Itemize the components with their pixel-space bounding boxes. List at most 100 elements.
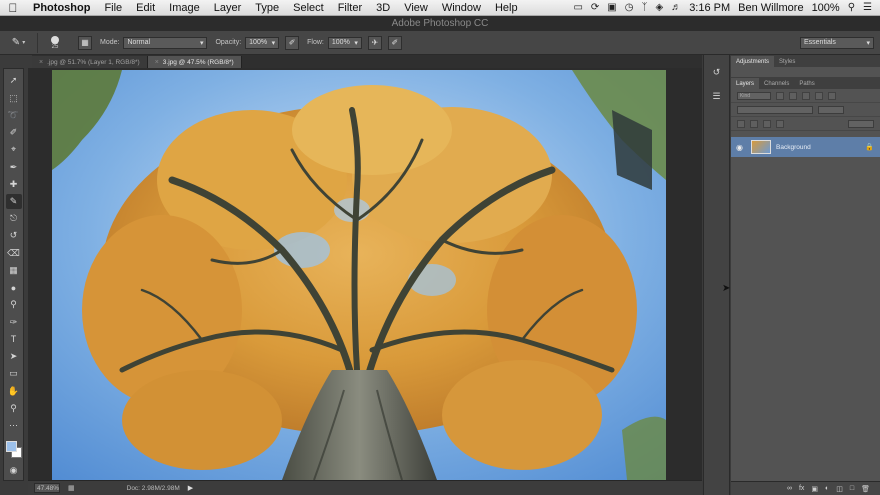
lock-all-icon[interactable] [776, 119, 784, 128]
close-icon[interactable]: × [39, 59, 43, 66]
quick-select-tool-icon[interactable]: ✐ [6, 125, 22, 141]
spotlight-icon[interactable]: ⚲ [848, 2, 855, 13]
pressure-opacity-icon[interactable]: ✐ [285, 35, 300, 50]
more-tools-icon[interactable]: ⋯ [6, 418, 22, 434]
blur-tool-icon[interactable]: ● [6, 280, 22, 296]
time-machine-icon[interactable]: ◷ [625, 2, 634, 13]
sync-icon[interactable]: ⟳ [591, 2, 599, 13]
menu-view[interactable]: View [397, 2, 435, 14]
wifi-icon[interactable]: ◈ [655, 2, 663, 13]
filter-pixel-icon[interactable] [776, 91, 784, 100]
lock-pixels-icon[interactable] [750, 119, 758, 128]
lock-position-icon[interactable] [763, 119, 771, 128]
new-group-icon[interactable]: ◫ [836, 485, 843, 493]
foreground-color-swatch[interactable] [5, 440, 17, 452]
zoom-tool-icon[interactable]: ⚲ [6, 400, 22, 416]
menu-help[interactable]: Help [488, 2, 525, 14]
tab-paths[interactable]: Paths [794, 78, 819, 89]
delete-layer-icon[interactable]: 🗑 [861, 485, 870, 493]
document-tab-1[interactable]: × .jpg @ 51.7% (Layer 1, RGB/8*) [32, 56, 148, 68]
blend-mode-select[interactable] [737, 105, 813, 114]
eraser-tool-icon[interactable]: ⌫ [6, 245, 22, 261]
tool-preset-picker[interactable]: ✎ ▾ [0, 32, 38, 53]
type-tool-icon[interactable]: T [6, 332, 22, 348]
path-select-tool-icon[interactable]: ➤ [6, 349, 22, 365]
document-canvas[interactable] [52, 70, 666, 480]
menu-file[interactable]: File [97, 2, 129, 14]
dodge-tool-icon[interactable]: ⚲ [6, 297, 22, 313]
filter-smart-icon[interactable] [828, 91, 836, 100]
airplay-icon[interactable]: ▭ [573, 2, 582, 13]
canvas-workspace[interactable] [28, 68, 702, 480]
menu-image[interactable]: Image [162, 2, 207, 14]
flow-field[interactable]: 100% ▾ [327, 36, 362, 49]
marquee-tool-icon[interactable]: ⬚ [6, 90, 22, 106]
battery-percent[interactable]: 100% [812, 2, 840, 14]
pen-tool-icon[interactable]: ✑ [6, 314, 22, 330]
hand-tool-icon[interactable]: ✋ [6, 383, 22, 399]
user-name[interactable]: Ben Willmore [738, 2, 803, 14]
brush-preset-picker[interactable]: 25 [38, 33, 72, 53]
link-layers-icon[interactable]: ∞ [787, 485, 792, 492]
clock[interactable]: 3:16 PM [689, 2, 730, 14]
menu-select[interactable]: Select [286, 2, 331, 14]
mouse-cursor-icon: ➤ [722, 283, 731, 294]
tab-channels[interactable]: Channels [759, 78, 794, 89]
quick-mask-icon[interactable]: ◉ [6, 463, 22, 479]
close-icon[interactable]: × [155, 59, 159, 66]
pressure-size-icon[interactable]: ✐ [387, 35, 402, 50]
filter-shape-icon[interactable] [815, 91, 823, 100]
layer-kind-filter[interactable]: Kind [737, 91, 771, 100]
mode-select[interactable]: Normal ▾ [123, 36, 208, 49]
clone-stamp-tool-icon[interactable]: ⎋ [6, 211, 22, 227]
apple-icon[interactable]:  [0, 1, 26, 15]
lasso-tool-icon[interactable]: ➰ [6, 107, 22, 123]
status-icon[interactable]: ▦ [68, 484, 75, 492]
play-arrow-icon[interactable]: ▶ [188, 484, 193, 492]
app-menu[interactable]: Photoshop [26, 2, 97, 14]
document-tabs: × .jpg @ 51.7% (Layer 1, RGB/8*) × 3.jpg… [32, 55, 702, 68]
eyedropper-tool-icon[interactable]: ✒ [6, 159, 22, 175]
layer-fill-field[interactable] [848, 119, 874, 128]
properties-panel-icon[interactable]: ☰ [710, 89, 724, 103]
filter-adjustment-icon[interactable] [789, 91, 797, 100]
menu-3d[interactable]: 3D [369, 2, 397, 14]
new-layer-icon[interactable]: □ [850, 485, 854, 492]
add-mask-icon[interactable]: ▣ [811, 485, 818, 493]
tab-styles[interactable]: Styles [774, 56, 800, 67]
menu-window[interactable]: Window [435, 2, 488, 14]
bluetooth-icon[interactable]: ᛉ [641, 2, 647, 13]
healing-brush-tool-icon[interactable]: ✚ [6, 176, 22, 192]
move-tool-icon[interactable]: ➚ [6, 73, 22, 89]
layer-opacity-field[interactable] [818, 105, 844, 114]
volume-icon[interactable]: ♬ [671, 2, 681, 13]
adjustments-panel-tabs: Adjustments Styles [731, 55, 880, 67]
workspace-switcher[interactable]: Essentials ▾ [800, 36, 874, 49]
opacity-field[interactable]: 100% ▾ [245, 36, 280, 49]
menu-type[interactable]: Type [248, 2, 286, 14]
filter-type-icon[interactable] [802, 91, 810, 100]
document-tab-label: .jpg @ 51.7% (Layer 1, RGB/8*) [47, 58, 140, 66]
shape-tool-icon[interactable]: ▭ [6, 366, 22, 382]
eye-icon[interactable]: ◉ [736, 143, 746, 152]
menu-filter[interactable]: Filter [331, 2, 369, 14]
crop-tool-icon[interactable]: ⌖ [6, 142, 22, 158]
menu-edit[interactable]: Edit [129, 2, 162, 14]
tab-layers[interactable]: Layers [731, 78, 760, 89]
zoom-field[interactable]: 47.48% [34, 483, 60, 493]
new-adjustment-icon[interactable]: ◐ [825, 485, 829, 492]
menu-layer[interactable]: Layer [207, 2, 249, 14]
history-brush-tool-icon[interactable]: ↺ [6, 228, 22, 244]
notification-center-icon[interactable]: ☰ [863, 2, 872, 13]
gradient-tool-icon[interactable]: ▦ [6, 263, 22, 279]
display-icon[interactable]: ▣ [607, 2, 616, 13]
layer-style-icon[interactable]: fx [799, 485, 804, 492]
layer-row-background[interactable]: ◉ Background 🔒 [731, 137, 880, 157]
brush-panel-toggle-icon[interactable]: ▦ [78, 35, 92, 50]
history-panel-icon[interactable]: ↺ [710, 65, 724, 79]
lock-transparency-icon[interactable] [737, 119, 745, 128]
tab-adjustments[interactable]: Adjustments [731, 56, 775, 67]
brush-tool-icon[interactable]: ✎ [5, 193, 22, 210]
document-tab-2[interactable]: × 3.jpg @ 47.5% (RGB/8*) [147, 56, 242, 68]
airbrush-icon[interactable]: ✈ [367, 35, 382, 50]
